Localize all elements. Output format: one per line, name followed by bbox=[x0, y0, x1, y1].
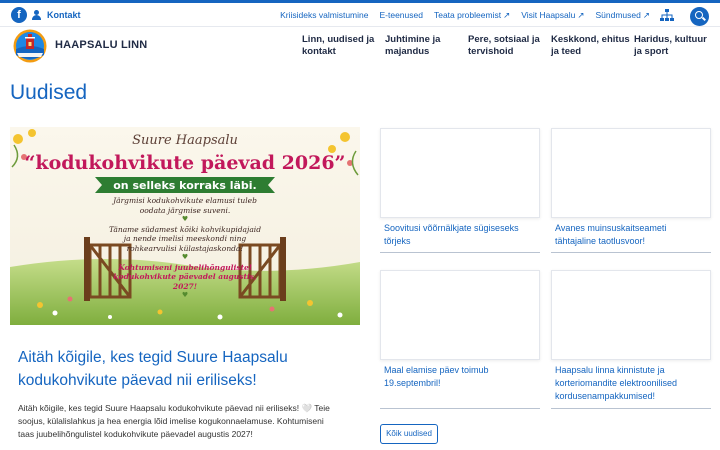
news-card-image bbox=[551, 128, 711, 218]
news-card[interactable]: Soovitusi võõrnälkjate sügiseseks tõrjek… bbox=[380, 128, 540, 253]
sitemap-icon[interactable] bbox=[660, 9, 674, 21]
contact-label: Kontakt bbox=[47, 10, 81, 20]
utility-link-sundmused[interactable]: Sündmused ↗ bbox=[596, 10, 651, 21]
poster-ribbon-text: on selleks korraks läbi. bbox=[113, 179, 256, 192]
external-link-icon: ↗ bbox=[577, 9, 585, 20]
header-divider bbox=[0, 26, 720, 27]
poster-illustration: Suure Haapsalu “kodukohvikute päevad 202… bbox=[10, 127, 360, 325]
featured-news-image[interactable]: Suure Haapsalu “kodukohvikute päevad 202… bbox=[10, 127, 360, 325]
news-card-image bbox=[380, 270, 540, 360]
utility-links: Kriisideks valmistumine E-teenused Teata… bbox=[280, 7, 650, 23]
news-card-title[interactable]: Soovitusi võõrnälkjate sügiseseks tõrjek… bbox=[380, 218, 540, 252]
person-icon bbox=[32, 10, 41, 20]
nav-item-linn[interactable]: Linn, uudised ja kontakt bbox=[302, 34, 385, 58]
news-card-divider bbox=[380, 408, 540, 409]
featured-news-excerpt: Aitäh kõigile, kes tegid Suure Haapsalu … bbox=[18, 403, 330, 439]
main-nav: Linn, uudised ja kontakt Juhtimine ja maja… bbox=[302, 34, 717, 58]
nav-item-haridus[interactable]: Haridus, kultuur ja sport bbox=[634, 34, 717, 58]
facebook-icon[interactable]: f bbox=[11, 7, 27, 23]
news-card-divider bbox=[551, 408, 711, 409]
utility-link-visit-haapsalu[interactable]: Visit Haapsalu ↗ bbox=[521, 10, 584, 21]
search-button[interactable] bbox=[690, 7, 709, 26]
news-card-divider bbox=[551, 252, 711, 253]
news-card-title[interactable]: Avanes muinsuskaitseameti tähtajaline ta… bbox=[551, 218, 711, 252]
utility-bar: f Kontakt Kriisideks valmistumine E-teen… bbox=[0, 3, 720, 27]
utility-link-e-teenused[interactable]: E-teenused bbox=[379, 10, 422, 20]
poster-text-2: Täname südamest kõiki kohvikupidajaid ja… bbox=[108, 224, 262, 253]
external-link-icon: ↗ bbox=[642, 9, 650, 20]
all-news-button[interactable]: Kõik uudised bbox=[380, 424, 438, 444]
page-title: Uudised bbox=[10, 81, 88, 104]
site-name[interactable]: HAAPSALU LINN bbox=[55, 39, 147, 51]
news-card-title[interactable]: Maal elamise päev toimub 19.septembril! bbox=[380, 360, 540, 394]
nav-item-pere[interactable]: Pere, sotsiaal ja tervishoid bbox=[468, 34, 551, 58]
featured-news-title[interactable]: Aitäh kõigile, kes tegid Suure Haapsalu … bbox=[18, 346, 338, 392]
poster-heading-small: Suure Haapsalu bbox=[132, 133, 238, 148]
poster-text-3: Kohtumiseni juubelihõngulistel kodukohvi… bbox=[113, 262, 257, 291]
news-card-image bbox=[551, 270, 711, 360]
poster-heading-big: “kodukohvikute päevad 2026” bbox=[25, 152, 346, 174]
news-card-image bbox=[380, 128, 540, 218]
contact-link[interactable]: Kontakt bbox=[32, 7, 81, 23]
external-link-icon: ↗ bbox=[503, 9, 511, 20]
haapsalu-logo[interactable] bbox=[13, 29, 47, 63]
news-card[interactable]: Avanes muinsuskaitseameti tähtajaline ta… bbox=[551, 128, 711, 253]
utility-link-teata-probleemist[interactable]: Teata probleemist ↗ bbox=[434, 10, 510, 21]
poster-text-1: Järgmisi kodukohvikute elamusi tuleb ood… bbox=[113, 196, 257, 215]
nav-item-keskkond[interactable]: Keskkond, ehitus ja teed bbox=[551, 34, 634, 58]
news-card-divider bbox=[380, 252, 540, 253]
nav-item-juhtimine[interactable]: Juhtimine ja majandus bbox=[385, 34, 468, 58]
news-card-title[interactable]: Haapsalu linna kinnistute ja korterioman… bbox=[551, 360, 711, 407]
news-card[interactable]: Haapsalu linna kinnistute ja korterioman… bbox=[551, 270, 711, 409]
utility-link-kriisideks[interactable]: Kriisideks valmistumine bbox=[280, 10, 368, 20]
news-card[interactable]: Maal elamise päev toimub 19.septembril! bbox=[380, 270, 540, 409]
